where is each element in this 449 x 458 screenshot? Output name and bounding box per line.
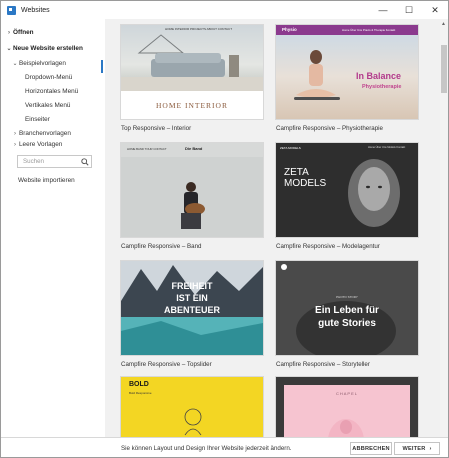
storyteller-line-2: gute Stories [318,318,376,329]
template-caption: Campfire Responsive – Physiotherapie [276,125,383,132]
tree-item-industry[interactable]: › Branchenvorlagen [11,130,71,137]
template-thumb-storyteller[interactable]: PHOTO STORY Ein Leben für gute Stories [276,261,418,355]
bold-image [184,408,202,436]
models-image [348,159,400,227]
window-title: Websites [21,6,50,14]
template-gallery: HOME INTERIOR PROJECTS ABOUT CONTACT HOM… [105,19,440,437]
tree-item-label: Beispielvorlagen [19,60,66,67]
minimize-button[interactable]: — [370,1,396,19]
selection-indicator [101,60,103,73]
template-thumb-models[interactable]: ZETA MODELS Home Über Uns Models Kontakt… [276,143,418,237]
physio-nav: Home Über Uns Praxis & Therapie Kontakt [342,28,396,32]
tree-item-new-website[interactable]: ⌄ Neue Website erstellen [5,45,83,52]
topslider-line-1: FREIHEIT [171,281,213,291]
interior-nav: HOME INTERIOR PROJECTS ABOUT CONTACT [165,27,233,31]
tree-item-label: Öffnen [13,29,34,36]
scroll-up-icon[interactable]: ▲ [441,21,446,27]
models-heading: ZETA MODELS [284,167,327,189]
chevron-right-icon: › [14,141,16,148]
physio-heading: In Balance [356,71,402,81]
tree-item-label: Einseiter [25,116,50,123]
tree-item-label: Horizontales Menü [25,88,79,95]
app-icon [7,5,16,15]
footer-hint: Sie können Layout und Design Ihrer Websi… [121,445,292,452]
band-nav: HOME BAND TOUR CONTACT [127,147,167,151]
physio-subheading: Physiotherapie [362,84,402,90]
next-button[interactable]: WEITER › [394,442,440,455]
tree-item-label: Branchenvorlagen [19,130,71,137]
tree-item-examples[interactable]: ⌄ Beispielvorlagen [11,60,66,67]
cancel-button[interactable]: ABBRECHEN [350,442,392,455]
template-caption: Top Responsive – Interior [121,125,192,132]
title-bar: Websites — ☐ ✕ [1,1,448,19]
physio-logo: Physio [282,27,297,32]
close-button[interactable]: ✕ [422,1,448,19]
chapel-image [328,419,364,437]
template-caption: Campfire Responsive – Band [121,243,202,250]
footer: Sie können Layout und Design Ihrer Websi… [1,437,448,457]
tree-item-vertical-menu[interactable]: Vertikales Menü [25,102,70,109]
tree-item-single-page[interactable]: Einseiter [25,116,50,123]
tree-item-horizontal-menu[interactable]: Horizontales Menü [25,88,78,95]
chevron-right-icon: › [429,445,432,452]
band-logo: Die Band [185,146,203,151]
gallery-scrollbar[interactable]: ▲ [440,19,448,437]
tree-item-label: Leere Vorlagen [19,141,63,148]
chevron-down-icon: ⌄ [12,61,18,67]
topslider-line-2: IST EIN [176,293,208,303]
next-label: WEITER [402,445,426,452]
template-caption: Campfire Responsive – Topslider [121,361,212,368]
tree-item-label: Dropdown-Menü [25,74,73,81]
search-box [17,155,92,168]
template-caption: Campfire Responsive – Storyteller [276,361,370,368]
template-thumb-topslider[interactable]: FREIHEIT IST EIN ABENTEUER [121,261,263,355]
maximize-button[interactable]: ☐ [396,1,422,19]
websites-dialog: Websites — ☐ ✕ › Öffnen ⌄ Neue Website e… [0,0,449,458]
search-input[interactable] [18,158,78,165]
template-thumb-chapel[interactable]: CHAPEL [276,377,418,437]
import-website-link[interactable]: Website importieren [18,177,75,184]
search-icon[interactable] [78,156,91,167]
topslider-line-3: ABENTEUER [163,305,220,315]
interior-image [121,34,263,91]
tree-item-empty[interactable]: › Leere Vorlagen [11,141,62,148]
interior-photo [121,25,263,91]
storyteller-line-1: Ein Leben für [315,305,379,316]
chevron-down-icon: ⌄ [6,46,12,52]
band-image [121,157,263,237]
template-thumb-band[interactable]: Die Band HOME BAND TOUR CONTACT [121,143,263,237]
sidebar: › Öffnen ⌄ Neue Website erstellen ⌄ Beis… [1,19,105,437]
chevron-right-icon: › [8,29,10,36]
tree-item-label: Vertikales Menü [25,102,71,109]
import-label: Website importieren [18,177,75,184]
template-thumb-physio[interactable]: Physio Home Über Uns Praxis & Therapie K… [276,25,418,119]
template-thumb-interior[interactable]: HOME INTERIOR PROJECTS ABOUT CONTACT HOM… [121,25,263,119]
interior-heading: HOME INTERIOR [156,101,228,110]
window-controls: — ☐ ✕ [370,1,448,19]
template-thumb-bold[interactable]: BOLD Bold Responsive [121,377,263,437]
tree-item-open[interactable]: › Öffnen [5,29,34,36]
tree-item-dropdown-menu[interactable]: Dropdown-Menü [25,74,72,81]
tree-item-label: Neue Website erstellen [13,45,83,52]
chevron-right-icon: › [14,130,16,137]
storyteller-kicker: PHOTO STORY [336,295,358,299]
scrollbar-thumb[interactable] [441,45,447,93]
template-caption: Campfire Responsive – Modelagentur [276,243,380,250]
